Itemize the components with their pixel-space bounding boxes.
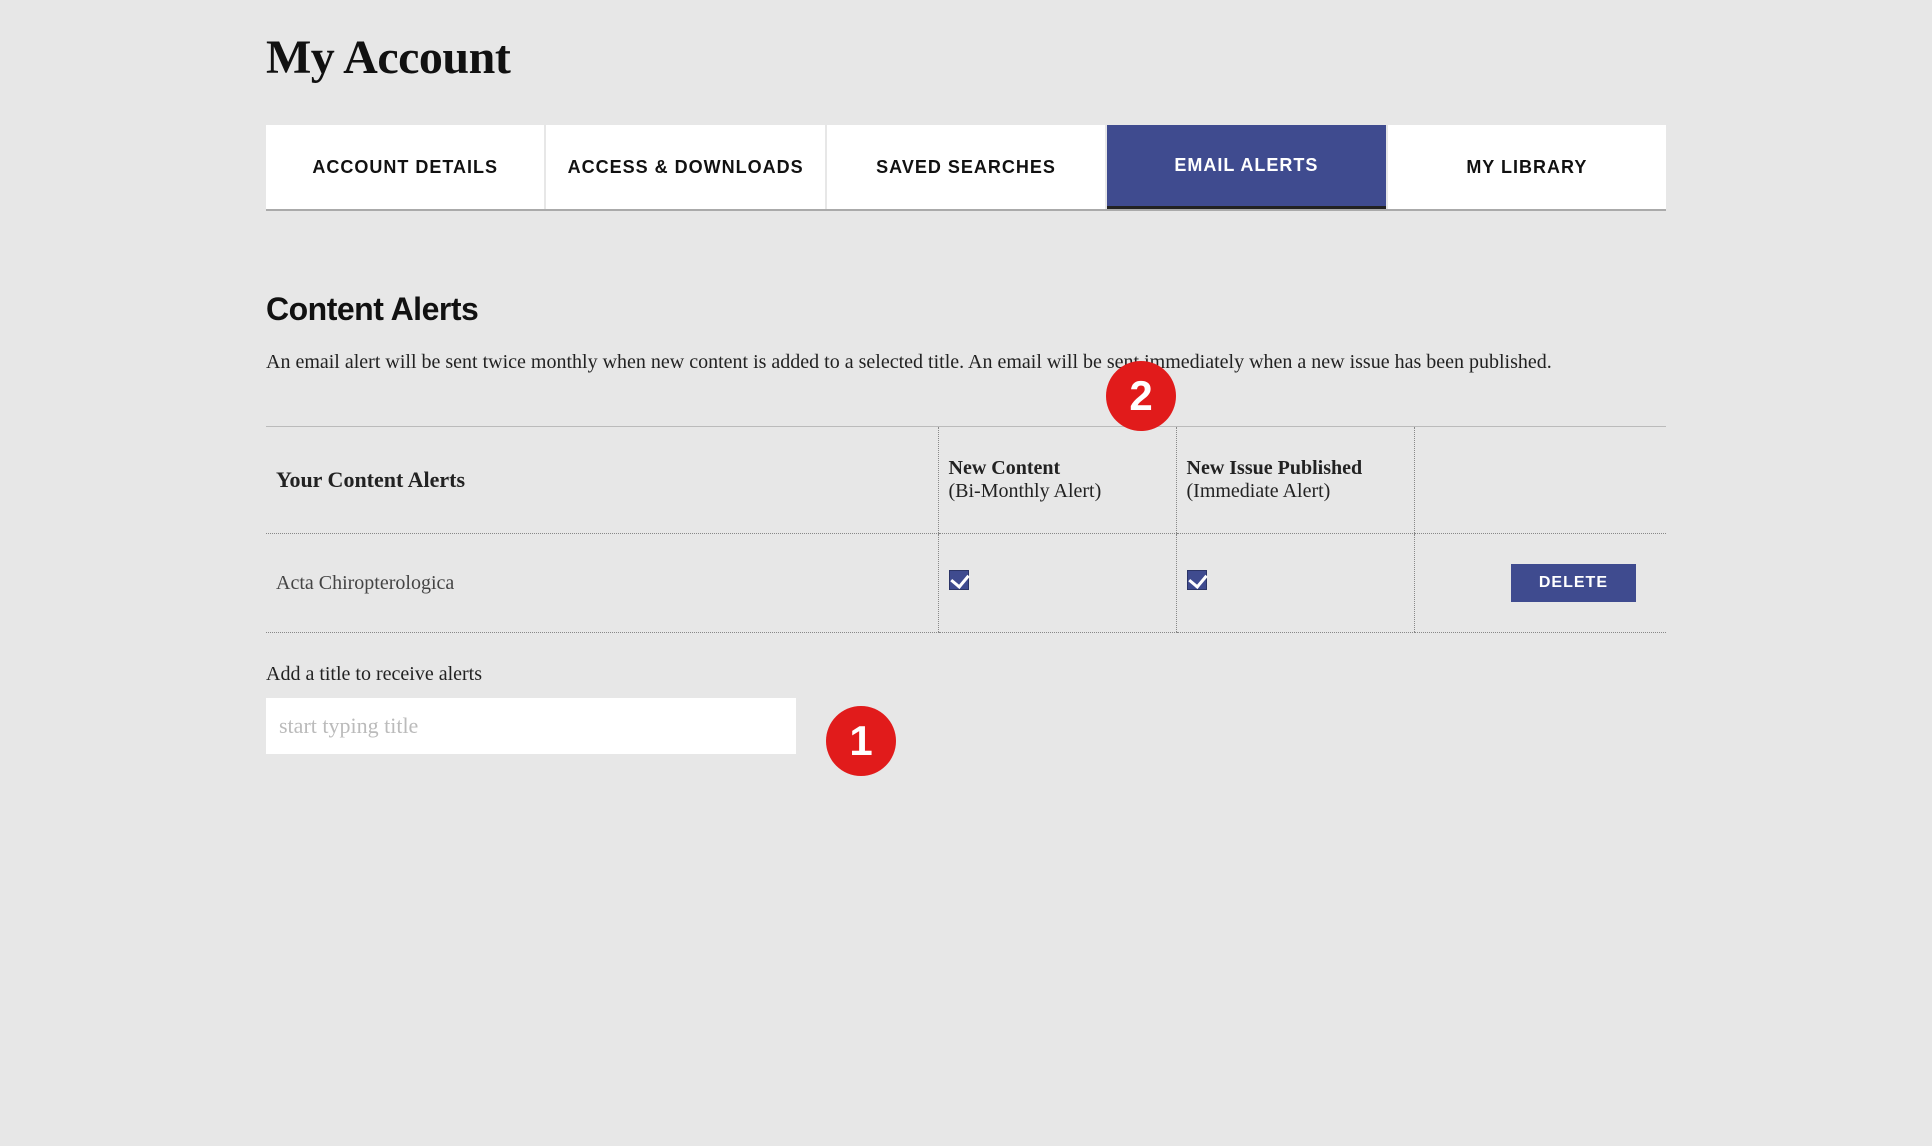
header-new-content-bold: New Content — [949, 457, 1061, 479]
delete-button[interactable]: DELETE — [1511, 564, 1636, 602]
header-action — [1414, 427, 1666, 534]
header-new-content: New Content (Bi-Monthly Alert) — [938, 427, 1176, 534]
add-title-input[interactable] — [266, 698, 796, 754]
tab-access-downloads[interactable]: ACCESS & DOWNLOADS — [546, 125, 824, 209]
page-title: My Account — [266, 30, 1666, 85]
tab-email-alerts[interactable]: EMAIL ALERTS — [1107, 125, 1385, 209]
add-title-label: Add a title to receive alerts — [266, 663, 1666, 686]
add-title-section: Add a title to receive alerts 1 — [266, 663, 1666, 754]
annotation-badge-1: 1 — [826, 706, 896, 776]
content-alerts-table: Your Content Alerts New Content (Bi-Mont… — [266, 426, 1666, 633]
section-title: Content Alerts — [266, 291, 1666, 328]
tab-account-details[interactable]: ACCOUNT DETAILS — [266, 125, 544, 209]
header-new-issue: New Issue Published (Immediate Alert) — [1176, 427, 1414, 534]
header-new-content-sub: (Bi-Monthly Alert) — [949, 480, 1102, 502]
checkbox-new-content[interactable] — [949, 570, 969, 590]
alert-title: Acta Chiropterologica — [266, 534, 938, 633]
tab-my-library[interactable]: MY LIBRARY — [1388, 125, 1666, 209]
account-tabs: ACCOUNT DETAILS ACCESS & DOWNLOADS SAVED… — [266, 125, 1666, 211]
table-row: Acta Chiropterologica DELETE — [266, 534, 1666, 633]
tab-saved-searches[interactable]: SAVED SEARCHES — [827, 125, 1105, 209]
header-new-issue-bold: New Issue Published — [1187, 457, 1363, 479]
header-your-alerts: Your Content Alerts — [266, 427, 938, 534]
checkbox-new-issue[interactable] — [1187, 570, 1207, 590]
header-new-issue-sub: (Immediate Alert) — [1187, 480, 1331, 502]
section-description: An email alert will be sent twice monthl… — [266, 348, 1666, 376]
annotation-badge-2: 2 — [1106, 361, 1176, 431]
